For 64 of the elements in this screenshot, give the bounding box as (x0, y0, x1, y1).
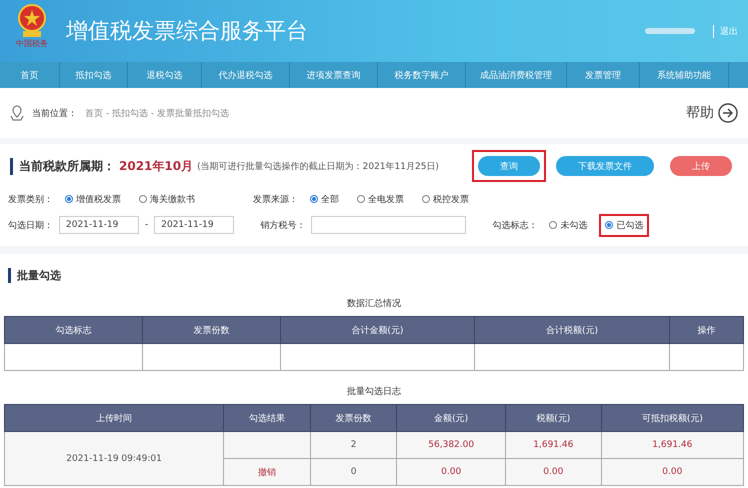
field-label: 发票类别： (8, 194, 53, 206)
nav-tab[interactable]: 首页 (0, 62, 60, 88)
blurred-username (645, 28, 695, 34)
column-header: 金额(元) (396, 404, 506, 432)
location-icon (10, 105, 24, 121)
radio-option[interactable]: 税控发票 (416, 188, 475, 210)
period-label: 当前税款所属期： (10, 158, 115, 174)
table-cell: 0.00 (505, 458, 602, 486)
radio-option[interactable]: 全部 (304, 188, 345, 210)
table-cell: 56,382.00 (396, 432, 506, 458)
table-cell: 2 (310, 432, 397, 458)
logo-text: 中国税务 (16, 38, 48, 49)
column-header: 操作 (669, 316, 744, 344)
field-label: 勾选标志： (492, 220, 538, 232)
nav-tab[interactable]: 成品油消费税管理 (466, 62, 567, 88)
radio-option[interactable]: 增值税发票 (59, 188, 127, 210)
action-button[interactable]: 上传 (670, 156, 732, 176)
radio-option[interactable]: 海关缴款书 (133, 188, 201, 210)
nav-tab[interactable]: 进项发票查询 (290, 62, 378, 88)
radio-option[interactable]: 已勾选 (599, 214, 650, 236)
radio-option[interactable]: 全电发票 (351, 188, 410, 210)
app-title: 增值税发票综合服务平台 (66, 18, 309, 46)
breadcrumb-label: 当前位置： (32, 108, 77, 120)
table-cell: 撤销 (224, 458, 310, 486)
table-cell: 0.00 (396, 458, 506, 486)
column-header: 合计金额(元) (280, 316, 475, 344)
tax-id-field[interactable] (311, 216, 466, 234)
column-header: 发票份数 (142, 316, 280, 344)
nav-tab[interactable]: 系统辅助功能 (640, 62, 729, 88)
date-field[interactable]: 2021-11-19 (59, 216, 139, 234)
section-title: 批量勾选 (8, 268, 740, 283)
action-button[interactable]: 查询 (478, 156, 540, 176)
column-header: 合计税额(元) (474, 316, 670, 344)
action-button[interactable]: 下载发票文件 (556, 156, 654, 176)
nav-tab[interactable]: 发票管理 (567, 62, 640, 88)
field-label: 发票来源： (253, 194, 298, 206)
breadcrumb-path: 首页 - 抵扣勾选 - 发票批量抵扣勾选 (85, 108, 230, 120)
table-caption: 数据汇总情况 (346, 298, 402, 310)
column-header: 发票份数 (310, 404, 397, 432)
column-header: 上传时间 (4, 404, 224, 432)
table-cell: 1,691.46 (601, 432, 744, 458)
table-cell: 0 (310, 458, 397, 486)
radio-option[interactable]: 未勾选 (543, 214, 594, 236)
help-button[interactable]: 帮助 (686, 103, 738, 123)
column-header: 可抵扣税额(元) (601, 404, 744, 432)
field-label: 销方税号： (260, 220, 306, 232)
column-header: 税额(元) (505, 404, 602, 432)
table-caption: 批量勾选日志 (346, 386, 402, 398)
table-cell: 1,691.46 (505, 432, 602, 458)
nav-tab[interactable]: 抵扣勾选 (60, 62, 128, 88)
field-label: 勾选日期： (8, 220, 53, 232)
table-cell: 2021-11-19 09:49:01 (4, 432, 224, 486)
range-separator: - (145, 220, 148, 230)
emblem-icon (17, 4, 47, 38)
nav-tab[interactable]: 税务数字账户 (378, 62, 466, 88)
period-note: (当期可进行批量勾选操作的截止日期为：2021年11月25日) (197, 160, 440, 172)
period-value: 2021年10月 (119, 158, 194, 174)
column-header: 勾选标志 (4, 316, 142, 344)
date-field[interactable]: 2021-11-19 (154, 216, 234, 234)
table-cell: 0.00 (601, 458, 744, 486)
logout-link[interactable]: 退出 (713, 24, 738, 38)
nav-tab[interactable]: 退税勾选 (128, 62, 202, 88)
nav-tab[interactable]: 代办退税勾选 (202, 62, 290, 88)
column-header: 勾选结果 (224, 404, 310, 432)
